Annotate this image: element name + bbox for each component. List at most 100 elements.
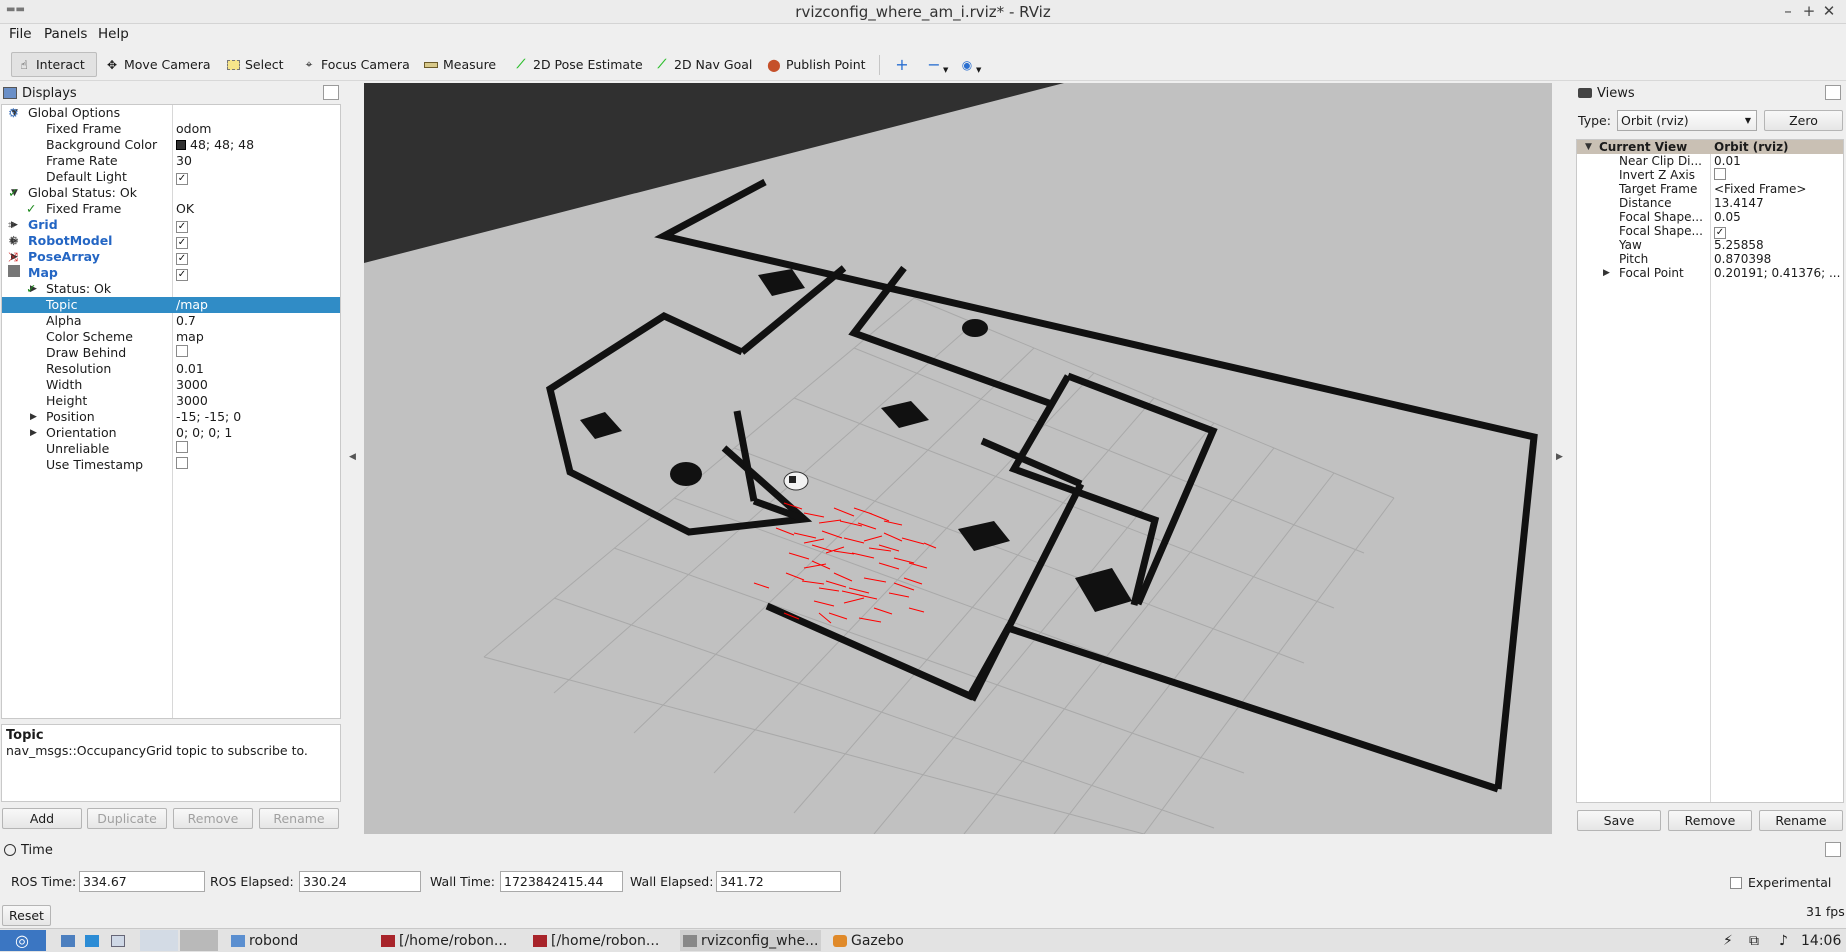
rename-view-button[interactable]: Rename <box>1759 810 1843 831</box>
clock[interactable]: 14:06 <box>1798 930 1844 951</box>
view-row[interactable]: Focal Shape... ✓ <box>1577 224 1843 239</box>
checkbox[interactable] <box>176 441 188 453</box>
experimental-toggle[interactable]: Experimental <box>1730 875 1831 890</box>
display-row[interactable]: ▼ ⚙ Global Options <box>2 105 340 121</box>
move-camera-tool-button[interactable]: ✥ Move Camera <box>100 52 216 77</box>
view-row[interactable]: Target Frame <Fixed Frame> <box>1577 182 1843 196</box>
checkbox[interactable] <box>1714 168 1726 180</box>
expand-arrow-icon[interactable]: ▶ <box>30 425 37 441</box>
add-tool-button[interactable]: + <box>890 52 914 77</box>
rename-display-button[interactable]: Rename <box>259 808 339 829</box>
ros-time-field[interactable]: 334.67 <box>79 871 205 892</box>
save-view-button[interactable]: Save <box>1577 810 1661 831</box>
interact-tool-button[interactable]: ☝ Interact <box>11 52 97 77</box>
display-row-value[interactable] <box>176 457 188 473</box>
display-row[interactable]: Unreliable <box>2 441 340 457</box>
menu-help[interactable]: Help <box>98 26 129 42</box>
display-row-value[interactable]: ✓ <box>176 249 188 265</box>
view-row[interactable]: ▶ Focal Point 0.20191; 0.41376; ... <box>1577 266 1843 280</box>
taskbar-item-gazebo[interactable]: Gazebo <box>830 930 907 951</box>
ros-elapsed-field[interactable]: 330.24 <box>299 871 421 892</box>
display-row[interactable]: Draw Behind <box>2 345 340 361</box>
display-row[interactable]: ▶ ⚙ RobotModel ✓ <box>2 233 340 249</box>
menu-panels[interactable]: Panels <box>44 26 87 42</box>
expand-arrow-icon[interactable]: ▶ <box>30 409 37 425</box>
menu-file[interactable]: File <box>9 26 32 42</box>
display-row[interactable]: Color Scheme map <box>2 329 340 345</box>
view-row[interactable]: Yaw 5.25858 <box>1577 238 1843 252</box>
checkbox[interactable] <box>176 345 188 357</box>
maximize-button[interactable]: + <box>1800 2 1818 20</box>
checkbox[interactable]: ✓ <box>176 269 188 281</box>
desktop-switcher-2[interactable] <box>180 930 218 951</box>
display-row-value[interactable]: ✓ <box>176 233 188 249</box>
taskbar-item-terminal-1[interactable]: [/home/robon... <box>378 930 510 951</box>
select-tool-button[interactable]: Select <box>221 52 289 77</box>
wall-time-field[interactable]: 1723842415.44 <box>500 871 623 892</box>
volume-icon[interactable]: ♪ <box>1776 930 1791 951</box>
view-row-value[interactable]: ✓ <box>1714 224 1726 239</box>
display-row[interactable]: ▼ ✓ Global Status: Ok <box>2 185 340 201</box>
checkbox[interactable]: ✓ <box>176 253 188 265</box>
display-row[interactable]: Use Timestamp <box>2 457 340 473</box>
display-row-value[interactable] <box>176 345 188 361</box>
publish-point-tool-button[interactable]: ⬤ Publish Point <box>762 52 871 77</box>
displays-tree[interactable]: ▼ ⚙ Global Options Fixed Frame odom Backgroun… <box>1 104 341 719</box>
wall-elapsed-field[interactable]: 341.72 <box>716 871 841 892</box>
display-row[interactable]: Resolution 0.01 <box>2 361 340 377</box>
display-row[interactable]: ▶ Orientation 0; 0; 0; 1 <box>2 425 340 441</box>
checkbox[interactable]: ✓ <box>176 221 188 233</box>
close-button[interactable]: ✕ <box>1820 2 1838 20</box>
color-swatch[interactable] <box>176 140 186 150</box>
power-icon[interactable]: ⚡ <box>1720 930 1736 951</box>
view-row[interactable]: Focal Shape... 0.05 <box>1577 210 1843 224</box>
experimental-checkbox[interactable] <box>1730 876 1742 889</box>
taskbar-item-terminal-2[interactable]: [/home/robon... <box>530 930 662 951</box>
views-float-button[interactable] <box>1825 85 1841 100</box>
remove-display-button[interactable]: Remove <box>173 808 253 829</box>
display-row[interactable]: Topic/map <box>2 297 340 313</box>
taskbar-item-robond[interactable]: robond <box>228 930 301 951</box>
view-tool-button[interactable]: ◉ ▼ <box>955 52 986 77</box>
view-row[interactable]: ▼ Current View Orbit (rviz) <box>1577 140 1843 154</box>
display-row[interactable]: Height 3000 <box>2 393 340 409</box>
expand-arrow-icon[interactable]: ▶ <box>1603 266 1610 280</box>
display-row[interactable]: ▶ ⌗ Grid ✓ <box>2 217 340 233</box>
display-row[interactable]: ✓ Fixed Frame OK <box>2 201 340 217</box>
display-row-value[interactable]: ✓ <box>176 217 188 233</box>
view-row[interactable]: Invert Z Axis <box>1577 168 1843 182</box>
checkbox[interactable] <box>176 457 188 469</box>
reset-button[interactable]: Reset <box>2 905 51 926</box>
view-row[interactable]: Pitch 0.870398 <box>1577 252 1843 266</box>
time-float-button[interactable] <box>1825 842 1841 857</box>
display-row-value[interactable]: ✓ <box>176 169 188 185</box>
collapse-left-handle[interactable]: ◀ <box>349 452 356 462</box>
focus-camera-tool-button[interactable]: ⌖ Focus Camera <box>297 52 415 77</box>
display-row[interactable]: ▶ ⤨ PoseArray ✓ <box>2 249 340 265</box>
display-row[interactable]: Width 3000 <box>2 377 340 393</box>
collapse-right-handle[interactable]: ▶ <box>1556 452 1563 462</box>
view-row-value[interactable] <box>1714 168 1726 183</box>
nav-goal-tool-button[interactable]: ⟋ 2D Nav Goal <box>650 52 757 77</box>
browser-launcher[interactable] <box>82 930 102 951</box>
terminal-launcher[interactable] <box>108 930 128 951</box>
display-row-value[interactable] <box>176 441 188 457</box>
file-manager-launcher[interactable] <box>58 930 78 951</box>
duplicate-display-button[interactable]: Duplicate <box>87 808 167 829</box>
measure-tool-button[interactable]: Measure <box>419 52 501 77</box>
display-row-value[interactable]: ✓ <box>176 265 188 281</box>
display-row[interactable]: Background Color 48; 48; 48 <box>2 137 340 153</box>
add-display-button[interactable]: Add <box>2 808 82 829</box>
display-row[interactable]: Fixed Frame odom <box>2 121 340 137</box>
render-viewport[interactable] <box>364 83 1552 834</box>
zero-view-button[interactable]: Zero <box>1764 110 1843 131</box>
display-row[interactable]: ▶ Position -15; -15; 0 <box>2 409 340 425</box>
collapse-arrow-icon[interactable]: ▼ <box>1585 140 1592 154</box>
checkbox[interactable]: ✓ <box>176 173 188 185</box>
display-row[interactable]: Frame Rate 30 <box>2 153 340 169</box>
view-row[interactable]: Near Clip Di... 0.01 <box>1577 154 1843 168</box>
desktop-switcher-1[interactable] <box>140 930 178 951</box>
checkbox[interactable]: ✓ <box>176 237 188 249</box>
display-row[interactable]: ▶ ✓ Status: Ok <box>2 281 340 297</box>
window-titlebar[interactable]: ▬▬ rvizconfig_where_am_i.rviz* - RViz – … <box>0 0 1846 24</box>
